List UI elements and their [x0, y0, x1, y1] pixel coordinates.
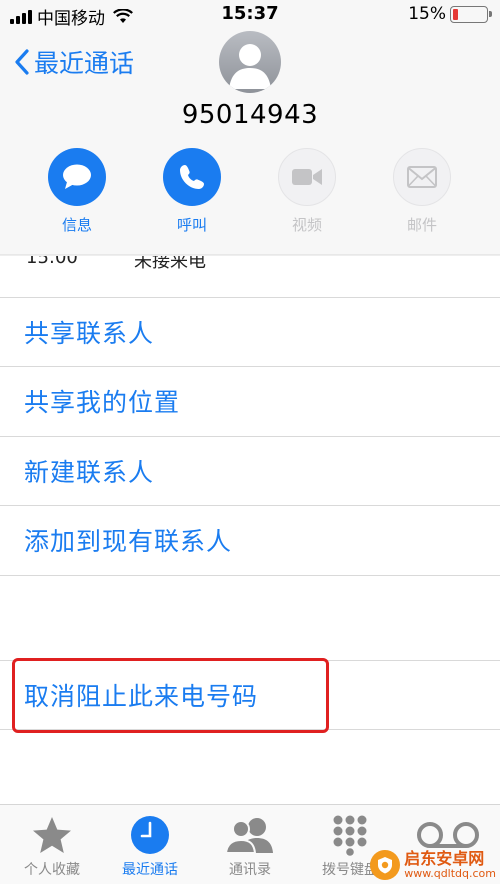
watermark-text: 启东安卓网 www.qdltdq.com: [404, 848, 496, 880]
voicemail-icon: [417, 822, 479, 848]
tab-favorites-label: 个人收藏: [24, 862, 80, 878]
video-label: 视频: [291, 216, 322, 234]
mail-button[interactable]: 邮件: [387, 148, 457, 235]
person-icon: [229, 44, 271, 89]
mail-label: 邮件: [406, 216, 437, 234]
contact-number: 95014943: [181, 100, 319, 130]
clock-icon: [131, 816, 169, 854]
video-button[interactable]: 视频: [272, 148, 342, 235]
tab-favorites[interactable]: 个人收藏: [2, 813, 102, 879]
call-label: 呼叫: [176, 216, 207, 234]
battery-percent: 15%: [408, 4, 446, 24]
message-icon: [63, 164, 91, 189]
contacts-icon: [224, 818, 273, 854]
chevron-left-icon: [15, 49, 29, 75]
video-icon: [292, 169, 322, 185]
watermark-shield-icon: [378, 857, 393, 874]
action-buttons: 信息 呼叫 视频 邮件: [0, 148, 500, 248]
star-icon: [33, 817, 71, 853]
call-button[interactable]: 呼叫: [157, 148, 227, 235]
mail-icon: [407, 166, 437, 188]
details-list[interactable]: 15:00 未接来电 共享联系人 共享我的位置 新建联系人 添加到现有联系人 取…: [0, 256, 500, 804]
tab-contacts[interactable]: 通讯录: [200, 813, 300, 879]
message-button[interactable]: 信息: [42, 148, 112, 235]
share-location-button[interactable]: 共享我的位置: [0, 367, 500, 435]
status-bar: 中国移动 15:37 15%: [0, 0, 500, 29]
add-existing-contact-button[interactable]: 添加到现有联系人: [0, 506, 500, 574]
status-right: 15%: [408, 4, 492, 24]
call-log-row: 15:00 未接来电: [26, 256, 206, 273]
contact-avatar: [219, 31, 281, 93]
share-contact-button[interactable]: 共享联系人: [0, 298, 500, 366]
call-log-type: 未接来电: [134, 256, 206, 272]
call-circle: [163, 148, 221, 206]
video-circle: [278, 148, 336, 206]
message-label: 信息: [61, 216, 92, 234]
battery-icon: [450, 5, 492, 23]
mail-circle: [393, 148, 451, 206]
new-contact-label: 新建联系人: [24, 458, 155, 487]
share-contact-label: 共享联系人: [24, 319, 155, 348]
tab-contacts-label: 通讯录: [229, 862, 271, 878]
keypad-icon: [333, 815, 367, 856]
watermark-url: www.qdltdq.com: [404, 866, 496, 880]
message-circle: [48, 148, 106, 206]
watermark: 启东安卓网 www.qdltdq.com: [370, 850, 496, 880]
watermark-title: 启东安卓网: [404, 848, 485, 868]
tab-recents[interactable]: 最近通话: [100, 813, 200, 879]
share-location-label: 共享我的位置: [24, 388, 181, 417]
phone-icon: [180, 165, 204, 189]
divider: [0, 575, 500, 576]
new-contact-button[interactable]: 新建联系人: [0, 437, 500, 505]
highlight-box: [12, 658, 329, 733]
back-label: 最近通话: [34, 49, 135, 78]
back-button[interactable]: 最近通话: [14, 44, 134, 80]
watermark-logo-icon: [370, 850, 401, 880]
call-log-time: 15:00: [26, 256, 78, 268]
tab-recents-label: 最近通话: [122, 862, 178, 878]
add-existing-label: 添加到现有联系人: [24, 527, 233, 556]
battery-fill: [453, 8, 458, 20]
